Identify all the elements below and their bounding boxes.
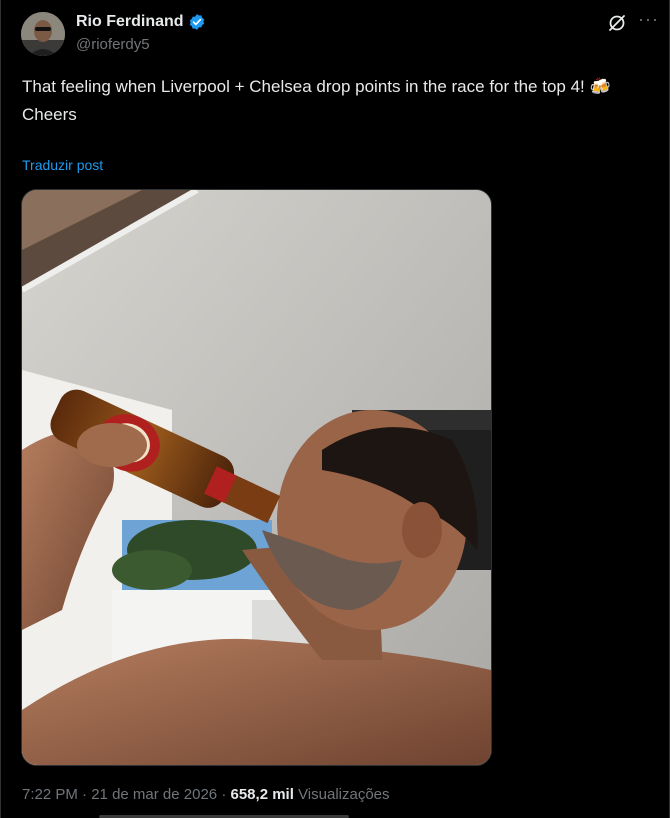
- post-time[interactable]: 7:22 PM: [22, 786, 78, 803]
- author-handle[interactable]: @rioferdy5: [76, 36, 150, 53]
- beer-mugs-icon: 🍻: [589, 77, 611, 97]
- author-name-row[interactable]: Rio Ferdinand: [76, 13, 206, 31]
- grok-icon[interactable]: [607, 13, 627, 33]
- post-date[interactable]: 21 de mar de 2026: [91, 786, 217, 803]
- avatar[interactable]: [21, 12, 65, 56]
- meta-separator: ·: [221, 786, 227, 803]
- meta-separator: ·: [82, 786, 88, 803]
- author-display-name[interactable]: Rio Ferdinand: [76, 13, 184, 31]
- post-container: Rio Ferdinand @rioferdy5 ··· That feelin…: [0, 0, 670, 818]
- verified-badge-icon: [188, 13, 206, 31]
- post-meta: 7:22 PM · 21 de mar de 2026 · 658,2 mil …: [22, 786, 390, 803]
- post-text-line2: Cheers: [22, 105, 77, 124]
- post-text: That feeling when Liverpool + Chelsea dr…: [22, 73, 662, 128]
- post-text-line1: That feeling when Liverpool + Chelsea dr…: [22, 77, 585, 96]
- views-count: 658,2 mil: [230, 786, 294, 803]
- more-icon[interactable]: ···: [638, 10, 658, 32]
- translate-post-link[interactable]: Traduzir post: [22, 157, 103, 173]
- post-photo[interactable]: [21, 189, 492, 766]
- views-label: Visualizações: [298, 786, 390, 803]
